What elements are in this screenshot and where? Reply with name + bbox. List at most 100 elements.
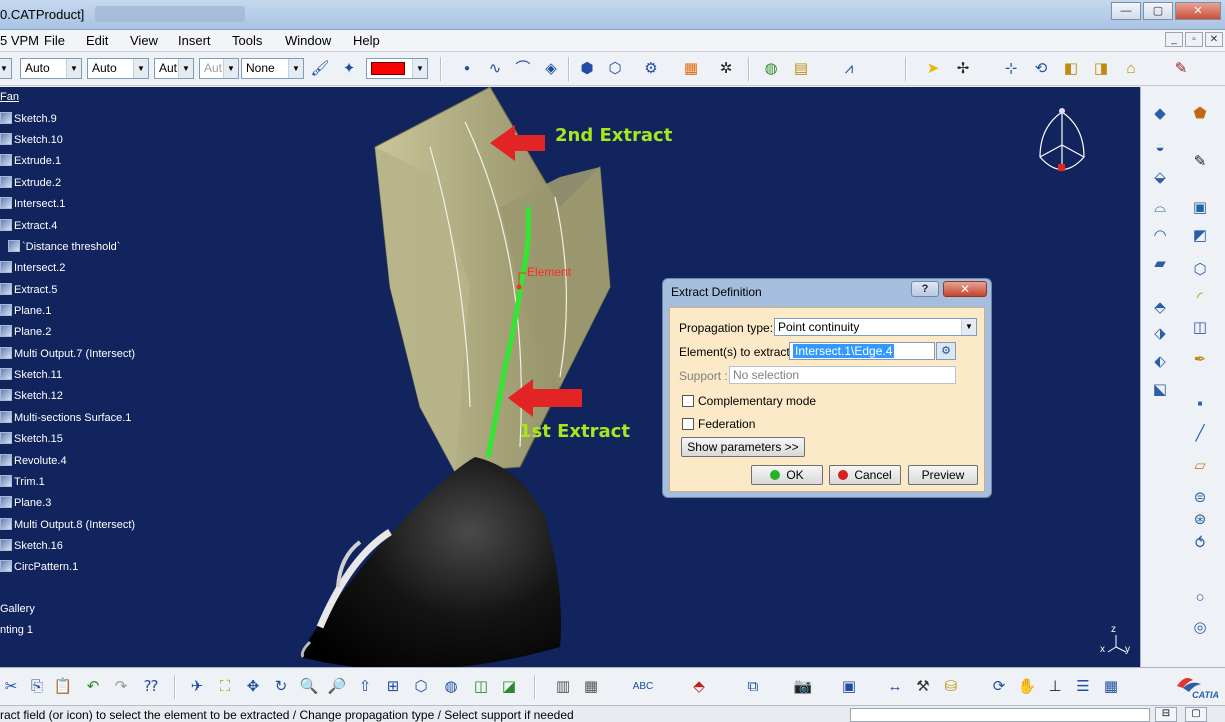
tree-node[interactable]: Intersect.1 (0, 197, 65, 215)
menu-edit[interactable]: Edit (86, 33, 108, 48)
copy-icon[interactable]: ⎘ (26, 676, 48, 698)
tree-node[interactable]: Sketch.12 (0, 389, 63, 407)
assembly-icon[interactable]: ⚙ (640, 58, 662, 80)
undo-icon[interactable]: ↶ (82, 676, 104, 698)
tree-node[interactable]: Multi Output.8 (Intersect) (0, 518, 135, 536)
tree-node[interactable]: Sketch.11 (0, 368, 62, 386)
menu-file[interactable]: File (44, 33, 65, 48)
part-body-icon[interactable]: ⬟ (1189, 103, 1211, 125)
properties-wand-icon[interactable]: ✦ (338, 58, 360, 80)
tree-node[interactable]: Gallery (0, 603, 35, 621)
menu-tools[interactable]: Tools (232, 33, 262, 48)
combo-partial[interactable]: ▼ (0, 58, 12, 79)
show-parameters-button[interactable]: Show parameters >> (681, 437, 805, 457)
dialog-close-button[interactable]: ✕ (943, 281, 987, 297)
wrench-icon[interactable]: ⚒ (912, 676, 934, 698)
fillet-icon[interactable]: ◜ (1189, 287, 1211, 309)
product-icon[interactable]: ⬡ (604, 58, 626, 80)
swap-visible-icon[interactable]: ◨ (1090, 58, 1112, 80)
pan-icon[interactable]: ✥ (242, 676, 264, 698)
join-icon[interactable]: ▣ (1189, 197, 1211, 219)
tree-node[interactable]: Sketch.9 (0, 112, 57, 130)
rotate-view-icon[interactable]: ↻ (270, 676, 292, 698)
paintbrush-icon[interactable]: 🖌 (309, 58, 331, 80)
analysis-bottom-icon[interactable]: ⧉ (742, 676, 764, 698)
sketcher-icon[interactable]: ✎ (1189, 151, 1211, 173)
federation-checkbox[interactable] (682, 418, 694, 430)
tree-node[interactable]: Multi Output.7 (Intersect) (0, 347, 135, 365)
maximize-button[interactable]: ▢ (1143, 2, 1173, 20)
tree-expand-icon[interactable]: ☰ (1072, 676, 1094, 698)
snapshot-icon[interactable]: ⌂ (1120, 58, 1142, 80)
spiral-tool-icon[interactable]: ◎ (1189, 617, 1211, 639)
offset-icon[interactable]: ◒ (1149, 137, 1171, 159)
dimension-icon[interactable]: ↔ (884, 676, 906, 698)
connect-curve-icon[interactable]: ⌒ (512, 58, 534, 80)
tree-node[interactable]: Sketch.10 (0, 133, 63, 151)
split-icon[interactable]: ◩ (1189, 225, 1211, 247)
extrude-tool-icon[interactable]: ◆ (1149, 103, 1171, 125)
tree-node[interactable]: `Distance threshold` (8, 240, 120, 258)
grid-icon[interactable]: ▦ (680, 58, 702, 80)
tree-node[interactable]: Intersect.2 (0, 261, 65, 279)
hand-icon[interactable]: ✋ (1016, 676, 1038, 698)
axis-tool-icon[interactable]: ⊥ (1044, 676, 1066, 698)
tree-node[interactable]: Revolute.4 (0, 454, 67, 472)
whats-this-icon[interactable]: ⁇ (140, 676, 162, 698)
select-trap-icon[interactable]: ✢ (952, 58, 974, 80)
status-button-1[interactable]: ⊟ (1155, 707, 1177, 722)
tree-node-fan[interactable]: Fan (0, 91, 19, 109)
paste-icon[interactable]: 📋 (52, 676, 74, 698)
iso-view-icon[interactable]: ⬡ (410, 676, 432, 698)
menu-insert[interactable]: Insert (178, 33, 211, 48)
thickness-combo[interactable]: Aut ▼ (154, 58, 194, 79)
plane-tool-icon[interactable]: ▱ (1189, 455, 1211, 477)
affinity-icon[interactable]: ✒ (1189, 349, 1211, 371)
table-icon[interactable]: ▥ (552, 676, 574, 698)
tree-node[interactable]: Trim.1 (0, 475, 45, 493)
tree-node[interactable]: nting 1 (0, 624, 33, 642)
tree-node[interactable]: Multi-sections Surface.1 (0, 411, 131, 429)
tree-node[interactable]: Extract.4 (0, 219, 57, 237)
normal-view-icon[interactable]: ⇧ (354, 676, 376, 698)
spline-icon[interactable]: ∿ (484, 58, 506, 80)
tree-node[interactable]: Sketch.16 (0, 539, 63, 557)
doc-minimize-button[interactable]: _ (1165, 32, 1183, 47)
rendering-combo[interactable]: None ▼ (241, 58, 304, 79)
tree-node[interactable]: CircPattern.1 (0, 560, 78, 578)
grid-bottom-icon[interactable]: ▦ (1100, 676, 1122, 698)
rotate-tool-icon[interactable]: ⬗ (1149, 323, 1171, 345)
explode-icon[interactable]: ✲ (715, 58, 737, 80)
law-icon[interactable]: ⬕ (1149, 379, 1171, 401)
propagation-type-select[interactable]: Point continuity ▼ (774, 318, 977, 336)
tree-node[interactable]: Plane.2 (0, 325, 51, 343)
tree-node[interactable]: Sketch.15 (0, 432, 63, 450)
measure-icon[interactable]: ✎ (1170, 58, 1192, 80)
command-input[interactable] (850, 708, 1150, 722)
sweep-icon[interactable]: ⌓ (1149, 197, 1171, 219)
analysis-icon[interactable]: ⩘ (838, 58, 860, 80)
doc-close-button[interactable]: ✕ (1205, 32, 1223, 47)
parallel-curve-icon[interactable]: ⥀ (1189, 533, 1211, 555)
swap-space-icon[interactable]: ◪ (498, 676, 520, 698)
zoom-in-icon[interactable]: 🔍 (298, 676, 320, 698)
ok-button[interactable]: OK (751, 465, 823, 485)
projection-icon[interactable]: ⊜ (1189, 487, 1211, 509)
tree-node[interactable]: Extract.5 (0, 283, 57, 301)
redo-icon[interactable]: ↷ (110, 676, 132, 698)
menu-view[interactable]: View (130, 33, 158, 48)
elements-to-extract-field[interactable]: Intersect.1\Edge.4 (789, 342, 935, 360)
preview-button[interactable]: Preview (908, 465, 978, 485)
rotate-icon[interactable]: ⟲ (1030, 58, 1052, 80)
keyword-icon[interactable]: ⛁ (940, 676, 962, 698)
zoom-out-icon[interactable]: 🔎 (326, 676, 348, 698)
refresh-icon[interactable]: ⟳ (988, 676, 1010, 698)
cancel-button[interactable]: Cancel (829, 465, 901, 485)
point-icon[interactable]: ● (456, 58, 478, 80)
menu-help[interactable]: Help (353, 33, 380, 48)
part-icon[interactable]: ⬢ (576, 58, 598, 80)
complementary-mode-checkbox[interactable] (682, 395, 694, 407)
formula-icon[interactable]: ▦ (580, 676, 602, 698)
edit-list-icon[interactable]: ⚙ (936, 342, 956, 360)
close-button[interactable]: ✕ (1175, 2, 1221, 20)
